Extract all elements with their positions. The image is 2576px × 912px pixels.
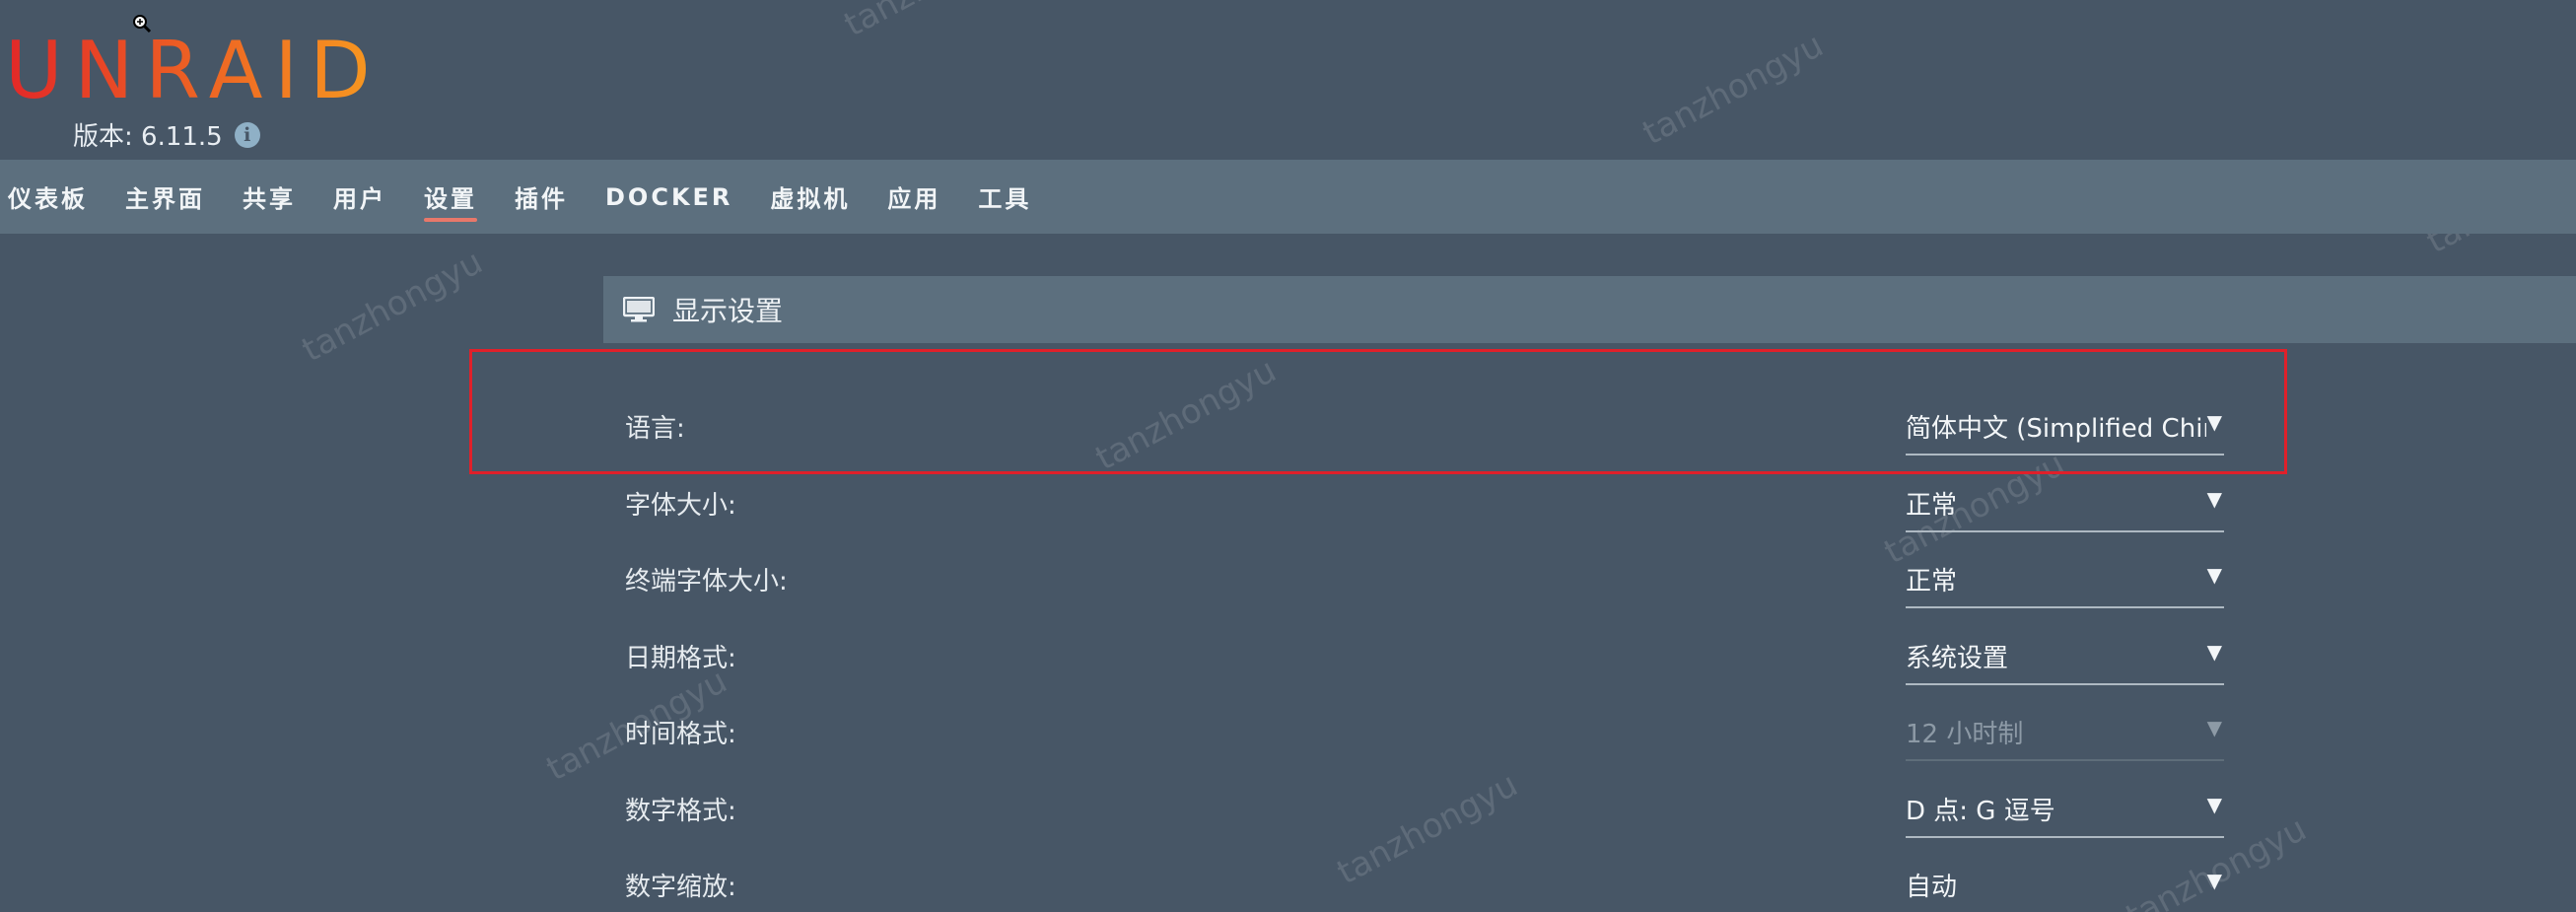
setting-label: 终端字体大小:	[625, 567, 788, 596]
nav-item-users[interactable]: 用户	[333, 170, 386, 224]
setting-label: 日期格式:	[625, 644, 736, 673]
time-format-select: 12 小时制 ▼	[1906, 714, 2224, 761]
dropdown-arrow-icon: ▼	[2206, 716, 2222, 739]
dropdown-arrow-icon: ▼	[2206, 410, 2222, 434]
select-value: D 点: G 逗号	[1906, 797, 2055, 826]
info-icon[interactable]: i	[234, 121, 260, 148]
version-info: 版本: 6.11.5 i	[73, 116, 260, 153]
display-settings-header: 显示设置	[603, 276, 2576, 343]
nav-item-tools[interactable]: 工具	[978, 170, 1031, 224]
setting-row-date-format: 日期格式: 系统设置 ▼	[625, 638, 2224, 697]
language-select[interactable]: 简体中文 (Simplified Chinese) ▼	[1906, 408, 2224, 456]
watermark: tanzhongyu	[296, 242, 490, 371]
setting-label: 字体大小:	[625, 491, 736, 521]
setting-row-terminal-font-size: 终端字体大小: 正常 ▼	[625, 561, 2224, 620]
terminal-font-size-select[interactable]: 正常 ▼	[1906, 561, 2224, 608]
section-title: 显示设置	[672, 295, 784, 327]
nav-item-docker[interactable]: DOCKER	[605, 174, 732, 221]
dropdown-arrow-icon: ▼	[2206, 869, 2222, 892]
main-nav: 仪表板 主界面 共享 用户 设置 插件 DOCKER 虚拟机 应用 工具	[0, 160, 2576, 234]
page: tanzhongyu tanzhongyu tanzhongyu tanzhon…	[0, 0, 2576, 912]
select-value: 简体中文 (Simplified Chinese)	[1906, 414, 2206, 444]
version-label: 版本: 6.11.5	[73, 122, 223, 152]
select-value: 正常	[1906, 567, 1958, 596]
nav-item-settings[interactable]: 设置	[424, 170, 477, 224]
number-format-select[interactable]: D 点: G 逗号 ▼	[1906, 791, 2224, 838]
nav-item-shares[interactable]: 共享	[243, 170, 296, 224]
dropdown-arrow-icon: ▼	[2206, 487, 2222, 511]
setting-row-language: 语言: 简体中文 (Simplified Chinese) ▼	[625, 408, 2224, 467]
setting-label: 语言:	[625, 414, 685, 444]
setting-label: 时间格式:	[625, 720, 736, 749]
dropdown-arrow-icon: ▼	[2206, 640, 2222, 664]
setting-row-font-size: 字体大小: 正常 ▼	[625, 485, 2224, 544]
setting-label: 数字格式:	[625, 797, 736, 826]
select-value: 12 小时制	[1906, 720, 2024, 749]
nav-item-main[interactable]: 主界面	[125, 170, 205, 224]
select-value: 自动	[1906, 873, 1958, 902]
setting-row-number-format: 数字格式: D 点: G 逗号 ▼	[625, 791, 2224, 850]
select-value: 系统设置	[1906, 644, 2009, 673]
nav-item-vms[interactable]: 虚拟机	[770, 170, 850, 224]
nav-item-apps[interactable]: 应用	[887, 170, 940, 224]
date-format-select[interactable]: 系统设置 ▼	[1906, 638, 2224, 685]
unraid-logo[interactable]: UNRAID	[5, 32, 383, 110]
nav-item-dashboard[interactable]: 仪表板	[8, 170, 88, 224]
select-value: 正常	[1906, 491, 1958, 521]
font-size-select[interactable]: 正常 ▼	[1906, 485, 2224, 532]
dropdown-arrow-icon: ▼	[2206, 793, 2222, 816]
watermark: tanzhongyu	[838, 0, 1031, 44]
setting-row-time-format: 时间格式: 12 小时制 ▼	[625, 714, 2224, 773]
number-scaling-select[interactable]: 自动 ▼	[1906, 867, 2224, 912]
monitor-icon	[623, 297, 655, 322]
watermark: tanzhongyu	[1636, 25, 1831, 154]
dropdown-arrow-icon: ▼	[2206, 563, 2222, 587]
setting-row-number-scaling: 数字缩放: 自动 ▼	[625, 867, 2224, 912]
setting-label: 数字缩放:	[625, 873, 736, 902]
nav-item-plugins[interactable]: 插件	[515, 170, 568, 224]
